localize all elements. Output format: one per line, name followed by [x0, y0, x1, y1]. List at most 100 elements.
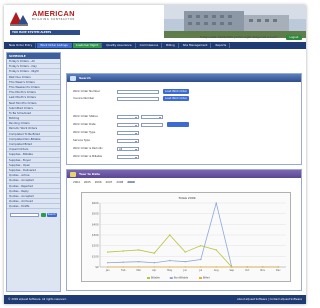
- chart-panel-header: Year to Date: [67, 170, 301, 178]
- data-point: [107, 251, 109, 253]
- work-order-status-select[interactable]: [117, 114, 139, 119]
- data-point: [262, 266, 264, 268]
- service-type-select[interactable]: [117, 138, 139, 143]
- label-work-order-number: Work Order Number: [73, 89, 100, 93]
- tab-new-order-entry[interactable]: New Order Entry: [6, 43, 37, 48]
- data-point: [184, 260, 186, 263]
- data-point: [153, 266, 155, 268]
- x-tick-label: Apr: [152, 269, 156, 272]
- label-work-order-status: Work Order Status: [73, 114, 98, 118]
- sidebar-search-input[interactable]: [10, 213, 39, 218]
- work-order-date-from[interactable]: [117, 122, 139, 127]
- year-tab-2004[interactable]: 2004: [73, 180, 80, 184]
- header-building-photo: [164, 5, 306, 38]
- x-tick-label: Jul: [198, 269, 202, 272]
- data-point: [122, 266, 124, 268]
- work-order-status-select-2[interactable]: [141, 114, 163, 119]
- legend-swatch: [147, 277, 150, 279]
- data-point: [107, 266, 109, 268]
- data-point: [200, 258, 202, 261]
- y-tick-label: $300: [92, 233, 99, 237]
- chart-panel-title: Year to Date: [79, 172, 101, 176]
- y-tick-label: $600: [92, 201, 99, 205]
- year-to-date-panel: Year to Date 2004 2005 2006 2007 2008 20…: [66, 169, 302, 291]
- year-tab-2007[interactable]: 2007: [106, 180, 113, 184]
- data-point: [169, 259, 171, 262]
- x-tick-label: Nov: [260, 269, 265, 272]
- sidebar-list: Today's Orders - All Today's Orders - Day…: [7, 59, 60, 210]
- search-panel: Search Work Order Number Load Work Order…: [66, 73, 302, 165]
- data-point: [200, 266, 202, 268]
- data-point: [184, 251, 186, 253]
- label-work-order-type: Work Order Type: [73, 130, 96, 134]
- search-panel-icon: [70, 75, 76, 81]
- work-order-number-input[interactable]: [117, 89, 159, 94]
- year-tab-2005[interactable]: 2005: [84, 180, 91, 184]
- tab-billing[interactable]: Billing: [163, 43, 179, 48]
- tab-commissions[interactable]: Commissions: [137, 43, 163, 48]
- legend-label: Non-Billable: [174, 277, 189, 280]
- x-tick-label: Sep: [229, 269, 234, 272]
- data-point: [215, 202, 217, 204]
- label-billable: Work Order is Billable: [73, 154, 102, 158]
- chart-area: Totals 2009 $0 $100 $200 $300 $400 $500 $600 Jan…: [81, 192, 291, 282]
- data-point: [231, 266, 233, 268]
- sidebar-item[interactable]: Quotes - Drafts: [7, 204, 60, 210]
- data-point: [169, 266, 171, 268]
- footer-links[interactable]: About eQuest Software | Contact eQuest S…: [237, 295, 302, 304]
- x-tick-label: Jun: [182, 269, 187, 272]
- data-point: [246, 266, 248, 268]
- search-panel-title: Search: [79, 76, 91, 80]
- y-tick-label: $0: [95, 265, 99, 269]
- x-tick-label: Feb: [121, 269, 126, 272]
- data-point: [169, 234, 171, 236]
- data-point: [107, 262, 109, 264]
- data-point: [184, 266, 186, 268]
- y-tick-label: $500: [92, 212, 99, 216]
- logo-subtitle: BUILDING CONTRACTOR: [32, 18, 75, 21]
- sidebar: SCHEDULE Today's Orders - All Today's Ord…: [6, 52, 61, 292]
- logout-button[interactable]: Logout: [286, 35, 302, 40]
- invoice-number-input[interactable]: [117, 96, 159, 101]
- periodic-select[interactable]: All: [117, 146, 139, 151]
- data-point: [138, 266, 140, 268]
- data-point: [277, 266, 279, 268]
- footer: © 2009 eQuest Software. All rights reser…: [4, 295, 306, 304]
- date-range-button[interactable]: [167, 122, 189, 127]
- legend-label: Billed: [203, 277, 210, 280]
- logo-title: AMERICAN: [32, 9, 75, 18]
- data-point: [122, 261, 124, 263]
- tab-site-management[interactable]: Site Management: [180, 43, 212, 48]
- x-tick-label: Dec: [276, 269, 281, 272]
- billable-select[interactable]: [117, 154, 139, 159]
- data-point: [122, 250, 124, 252]
- tab-work-order-listings[interactable]: Work Order Listings: [37, 43, 72, 48]
- data-point: [153, 252, 155, 254]
- data-point: [138, 260, 140, 263]
- tab-quality-assurance[interactable]: Quality Assurance: [103, 43, 136, 48]
- chart-panel-icon: [70, 171, 76, 177]
- tab-reports[interactable]: Reports: [212, 43, 231, 48]
- work-order-type-select[interactable]: [117, 130, 139, 135]
- year-tab-2006[interactable]: 2006: [95, 180, 102, 184]
- system-alerts-link[interactable]: YOU HAVE SYSTEM ALERTS: [10, 30, 80, 35]
- sidebar-search-button[interactable]: Search: [46, 213, 57, 218]
- load-work-order-button-2[interactable]: Load Work Order: [163, 96, 189, 101]
- year-tabs: 2004 2005 2006 2007 2008 2009: [73, 180, 139, 184]
- load-work-order-button-1[interactable]: Load Work Order: [163, 89, 189, 94]
- year-tab-2008[interactable]: 2008: [116, 180, 123, 184]
- sidebar-go-button[interactable]: [40, 213, 46, 218]
- x-tick-label: May: [167, 269, 173, 272]
- page: AMERICAN BUILDING CONTRACTOR YOU HAVE SY…: [4, 5, 306, 304]
- work-order-date-input[interactable]: [141, 122, 163, 127]
- legend-swatch: [199, 277, 202, 279]
- data-point: [200, 244, 202, 247]
- data-point: [215, 266, 217, 268]
- x-tick-label: Aug: [214, 269, 219, 272]
- year-tab-2009[interactable]: 2009: [127, 180, 134, 184]
- label-service-type: Service Type: [73, 138, 90, 142]
- sidebar-search: Search: [7, 213, 60, 218]
- tab-customer-mgmt[interactable]: Customer Mgmt: [72, 43, 103, 48]
- totals-chart: Totals 2009 $0 $100 $200 $300 $400 $500 $600 Jan…: [92, 196, 286, 280]
- x-tick-label: Oct: [245, 269, 249, 272]
